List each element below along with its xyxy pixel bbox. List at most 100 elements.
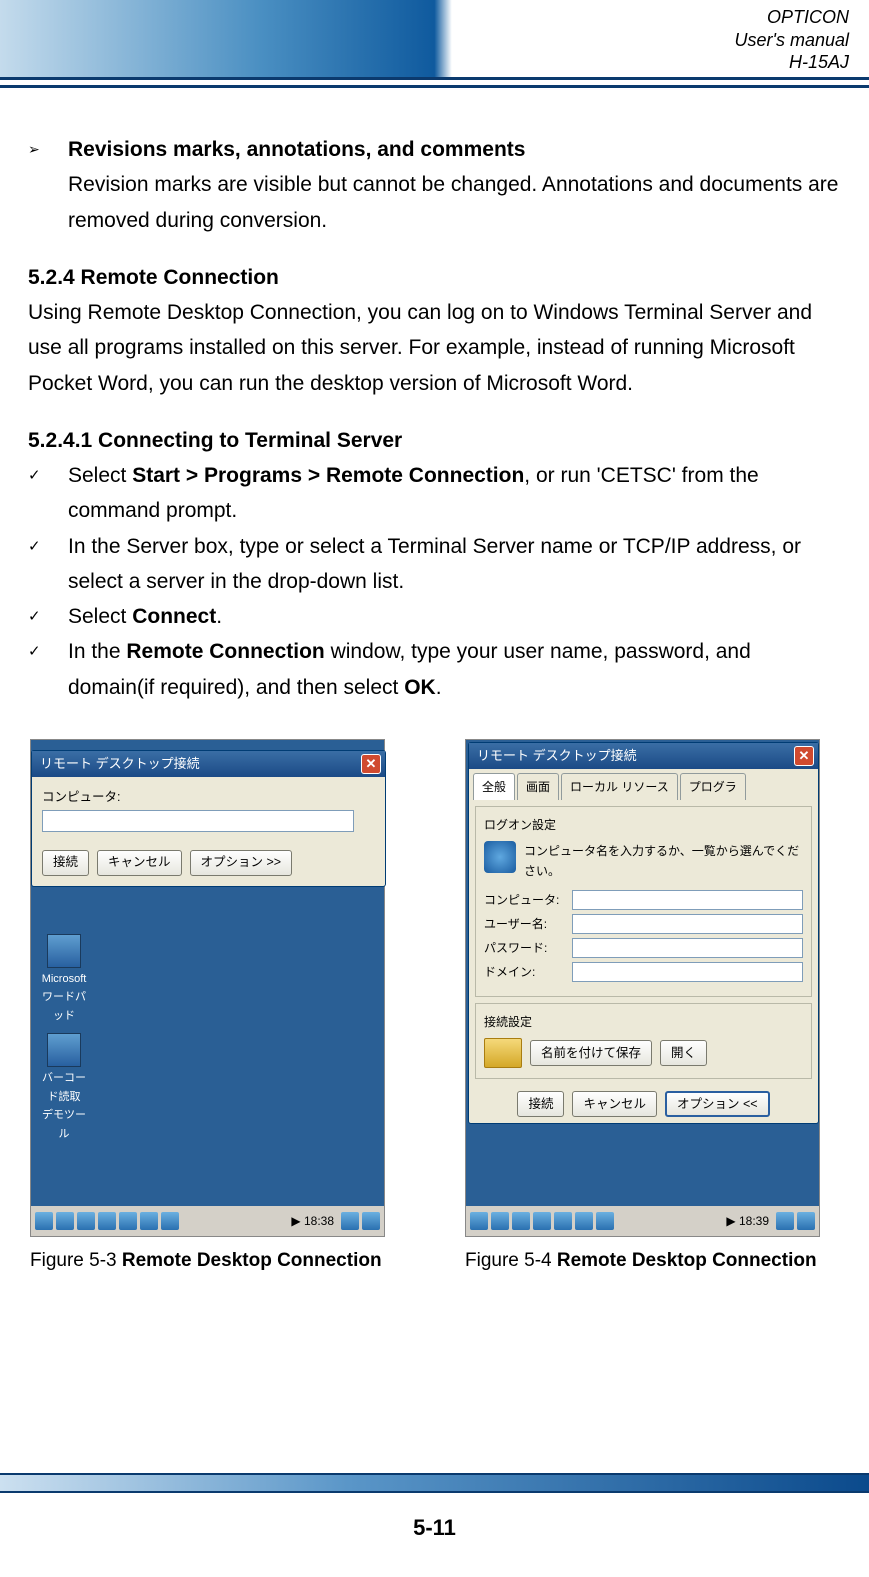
- tab-strip: 全般 画面 ローカル リソース プログラ: [469, 769, 818, 800]
- step3-post: .: [216, 605, 222, 628]
- body-524: Using Remote Desktop Connection, you can…: [28, 295, 841, 401]
- step4-pre: In the: [68, 640, 126, 663]
- page-content: ➢ Revisions marks, annotations, and comm…: [0, 80, 869, 1277]
- connect-button-a[interactable]: 接続: [42, 850, 89, 876]
- figure-a-screenshot: リモート デスクトップ接続 ✕ コンピュータ: 接続 キャンセル オプション >…: [30, 739, 385, 1237]
- check-icon: ✓: [28, 529, 68, 600]
- step-3: ✓ Select Connect.: [28, 599, 841, 634]
- wordpad-icon[interactable]: Microsoft ワードパッド: [39, 934, 89, 1025]
- figure-a-column: リモート デスクトップ接続 ✕ コンピュータ: 接続 キャンセル オプション >…: [30, 739, 385, 1277]
- tray-icon[interactable]: [56, 1212, 74, 1230]
- figcap-b-num: Figure 5-4: [465, 1250, 557, 1271]
- step4-bold: Remote Connection: [126, 640, 324, 663]
- check-icon: ✓: [28, 458, 68, 529]
- step4-post: .: [436, 676, 442, 699]
- arrow-bullet-icon: ➢: [28, 132, 68, 238]
- domain-label: ドメイン:: [484, 962, 566, 982]
- options-button-a[interactable]: オプション >>: [190, 850, 293, 876]
- titlebar-a-text: リモート デスクトップ接続: [40, 753, 200, 775]
- logon-group-title: ログオン設定: [484, 815, 803, 835]
- header-doc: User's manual: [735, 29, 849, 52]
- app-icon: [47, 934, 81, 968]
- step1-pre: Select: [68, 464, 132, 487]
- computer-input-a[interactable]: [42, 810, 354, 832]
- page-number: 5-11: [0, 1515, 869, 1541]
- tray-icon[interactable]: [119, 1212, 137, 1230]
- tab-local-resources[interactable]: ローカル リソース: [561, 773, 678, 800]
- revision-title: Revisions marks, annotations, and commen…: [68, 132, 841, 167]
- titlebar-a: リモート デスクトップ接続 ✕: [32, 751, 385, 777]
- logon-settings-group: ログオン設定 コンピュータ名を入力するか、一覧から選んでください。 コンピュータ…: [475, 806, 812, 997]
- connect-button-b[interactable]: 接続: [517, 1091, 564, 1117]
- heading-5241: 5.2.4.1 Connecting to Terminal Server: [28, 423, 841, 458]
- barcode-demo-icon[interactable]: バーコード読取 デモツール: [39, 1033, 89, 1143]
- save-as-button[interactable]: 名前を付けて保存: [530, 1040, 652, 1066]
- computer-input[interactable]: [572, 890, 803, 910]
- tray-icon[interactable]: [554, 1212, 572, 1230]
- titlebar-b-text: リモート デスクトップ接続: [477, 745, 637, 767]
- figure-b-caption: Figure 5-4 Remote Desktop Connection: [465, 1245, 820, 1277]
- step4-bold2: OK: [404, 676, 436, 699]
- tray-icon[interactable]: [77, 1212, 95, 1230]
- tray-icon[interactable]: [362, 1212, 380, 1230]
- titlebar-b: リモート デスクトップ接続 ✕: [469, 743, 818, 769]
- options-button-b[interactable]: オプション <<: [665, 1091, 770, 1117]
- header-strip: OPTICON User's manual H-15AJ: [0, 0, 869, 80]
- figcap-a-num: Figure 5-3: [30, 1250, 122, 1271]
- tab-programs[interactable]: プログラ: [680, 773, 746, 800]
- tray-icon[interactable]: [575, 1212, 593, 1230]
- rdc-window-options: リモート デスクトップ接続 ✕ 全般 画面 ローカル リソース プログラ ログオ…: [468, 742, 819, 1124]
- step2-text: In the Server box, type or select a Term…: [68, 535, 801, 593]
- barcode-label: バーコード読取 デモツール: [39, 1069, 89, 1143]
- step-1: ✓ Select Start > Programs > Remote Conne…: [28, 458, 841, 529]
- header-model: H-15AJ: [735, 51, 849, 74]
- header-brand: OPTICON: [735, 6, 849, 29]
- tray-icon[interactable]: [98, 1212, 116, 1230]
- tray-icon[interactable]: [491, 1212, 509, 1230]
- close-icon[interactable]: ✕: [361, 754, 381, 774]
- connection-group-title: 接続設定: [484, 1012, 803, 1032]
- clock-a: ▶ 18:38: [287, 1211, 338, 1231]
- computer-info-icon: [484, 841, 516, 873]
- wordpad-label: Microsoft ワードパッド: [39, 970, 89, 1025]
- revision-body: Revision marks are visible but cannot be…: [68, 167, 841, 238]
- figure-b-column: リモート デスクトップ接続 ✕ 全般 画面 ローカル リソース プログラ ログオ…: [465, 739, 820, 1277]
- figures-row: リモート デスクトップ接続 ✕ コンピュータ: 接続 キャンセル オプション >…: [28, 739, 841, 1277]
- tray-icon[interactable]: [533, 1212, 551, 1230]
- figcap-b-title: Remote Desktop Connection: [557, 1250, 817, 1271]
- tray-icon[interactable]: [140, 1212, 158, 1230]
- step1-bold: Start > Programs > Remote Connection: [132, 464, 524, 487]
- start-icon[interactable]: [470, 1212, 488, 1230]
- folder-icon: [484, 1038, 522, 1068]
- header-text: OPTICON User's manual H-15AJ: [735, 6, 849, 74]
- app-icon: [47, 1033, 81, 1067]
- computer-label-a: コンピュータ:: [42, 787, 375, 808]
- taskbar-a: ▶ 18:38: [31, 1206, 384, 1236]
- domain-input[interactable]: [572, 962, 803, 982]
- figure-b-screenshot: リモート デスクトップ接続 ✕ 全般 画面 ローカル リソース プログラ ログオ…: [465, 739, 820, 1237]
- clock-b: ▶ 18:39: [722, 1211, 773, 1231]
- tab-general[interactable]: 全般: [473, 773, 515, 800]
- step-4: ✓ In the Remote Connection window, type …: [28, 634, 841, 705]
- tray-icon[interactable]: [797, 1212, 815, 1230]
- close-icon[interactable]: ✕: [794, 746, 814, 766]
- tray-icon[interactable]: [596, 1212, 614, 1230]
- tray-icon[interactable]: [512, 1212, 530, 1230]
- step3-pre: Select: [68, 605, 132, 628]
- password-input[interactable]: [572, 938, 803, 958]
- footer-strip: [0, 1473, 869, 1493]
- open-button[interactable]: 開く: [660, 1040, 707, 1066]
- password-label: パスワード:: [484, 938, 566, 958]
- step-2: ✓ In the Server box, type or select a Te…: [28, 529, 841, 600]
- tab-display[interactable]: 画面: [517, 773, 559, 800]
- step3-bold: Connect: [132, 605, 216, 628]
- tray-icon[interactable]: [776, 1212, 794, 1230]
- tray-icon[interactable]: [341, 1212, 359, 1230]
- desktop-area-a: Microsoft ワードパッド バーコード読取 デモツール: [31, 926, 384, 1206]
- cancel-button-a[interactable]: キャンセル: [97, 850, 182, 876]
- start-icon[interactable]: [35, 1212, 53, 1230]
- username-input[interactable]: [572, 914, 803, 934]
- check-icon: ✓: [28, 634, 68, 705]
- tray-icon[interactable]: [161, 1212, 179, 1230]
- cancel-button-b[interactable]: キャンセル: [572, 1091, 657, 1117]
